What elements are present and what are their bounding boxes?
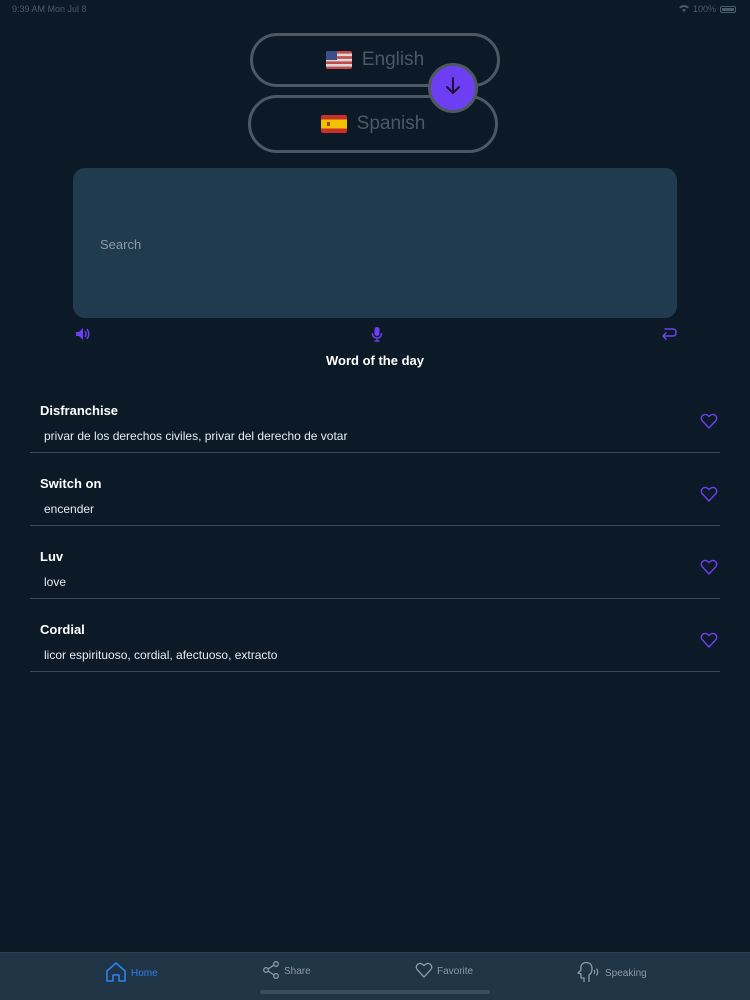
heart-icon[interactable] — [700, 485, 718, 503]
target-language-label: Spanish — [356, 113, 426, 134]
tab-home-label: Home — [131, 968, 158, 979]
swap-languages-button[interactable] — [428, 63, 478, 113]
word-list: Disfranchise privar de los derechos civi… — [30, 380, 720, 672]
heart-icon — [415, 961, 433, 982]
tab-speaking-label: Speaking — [605, 968, 647, 979]
source-language-label: English — [361, 49, 425, 70]
status-time: 9:39 AM — [12, 4, 46, 14]
arrow-down-icon — [442, 75, 464, 102]
list-item[interactable]: Switch on encender — [30, 453, 720, 526]
mic-icon[interactable] — [367, 324, 387, 344]
status-indicators: 100% — [678, 4, 736, 14]
es-flag-icon — [320, 115, 347, 133]
tab-share-label: Share — [284, 966, 311, 977]
word-term: Cordial — [40, 622, 85, 637]
search-input[interactable] — [100, 234, 640, 254]
word-translation: encender — [44, 502, 95, 516]
tab-speaking[interactable]: Speaking — [575, 961, 647, 986]
word-term: Luv — [40, 549, 64, 564]
search-box[interactable] — [73, 168, 677, 318]
home-icon — [105, 961, 127, 986]
heart-icon[interactable] — [700, 412, 718, 430]
tab-share[interactable]: Share — [262, 961, 311, 982]
home-indicator — [260, 990, 490, 994]
status-date: Mon Jul 8 — [47, 4, 87, 14]
word-translation: licor espirituoso, cordial, afectuoso, e… — [44, 648, 278, 662]
heart-icon[interactable] — [700, 558, 718, 576]
us-flag-icon — [325, 51, 352, 69]
speaking-head-icon — [575, 961, 601, 986]
speaker-icon[interactable] — [73, 324, 93, 344]
heart-icon[interactable] — [700, 631, 718, 649]
word-term: Switch on — [40, 476, 102, 491]
list-item[interactable]: Luv love — [30, 526, 720, 599]
wifi-icon — [678, 4, 689, 14]
word-translation: privar de los derechos civiles, privar d… — [44, 429, 348, 443]
word-term: Disfranchise — [40, 403, 119, 418]
word-translation: love — [44, 575, 67, 589]
word-of-the-day-title: Word of the day — [326, 353, 424, 368]
tab-favorite-label: Favorite — [437, 966, 474, 977]
battery-percent: 100% — [692, 4, 716, 14]
list-item[interactable]: Cordial licor espirituoso, cordial, afec… — [30, 599, 720, 672]
status-datetime: 9:39 AM Mon Jul 8 — [12, 4, 87, 14]
battery-icon — [720, 5, 736, 13]
share-icon — [262, 961, 280, 982]
list-item[interactable]: Disfranchise privar de los derechos civi… — [30, 380, 720, 453]
status-bar: 9:39 AM Mon Jul 8 100% — [0, 0, 750, 18]
tab-favorite[interactable]: Favorite — [415, 961, 473, 982]
tab-home[interactable]: Home — [105, 961, 158, 986]
return-icon[interactable] — [659, 324, 679, 344]
